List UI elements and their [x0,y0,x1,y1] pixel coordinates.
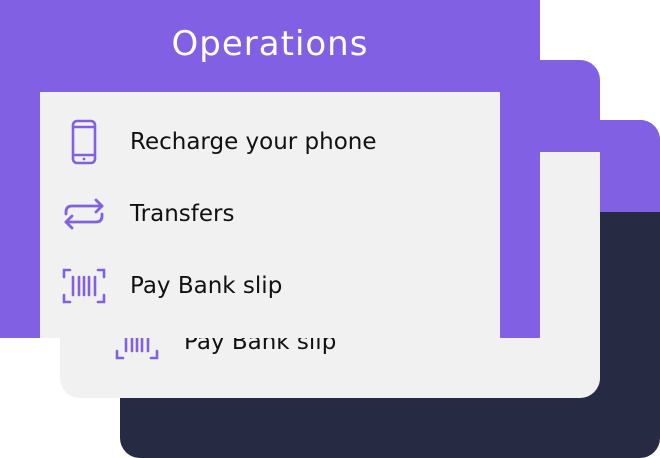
operations-menu: Recharge your phone Transfers Pay Bank s… [40,92,500,338]
page-title: Operations [171,24,369,64]
phone-icon [60,119,108,165]
barcode-icon [60,268,108,304]
menu-item-transfers[interactable]: Transfers [60,189,234,239]
menu-item-label: Pay Bank slip [130,273,283,299]
menu-item-recharge-phone[interactable]: Recharge your phone [60,117,377,167]
menu-item-label: Recharge your phone [130,129,377,155]
operations-panel: Operations Recharge your phone Transfers… [0,0,540,338]
transfer-arrows-icon [60,198,108,230]
menu-item-label: Transfers [130,201,235,227]
menu-item-pay-bank-slip[interactable]: Pay Bank slip [60,261,282,311]
